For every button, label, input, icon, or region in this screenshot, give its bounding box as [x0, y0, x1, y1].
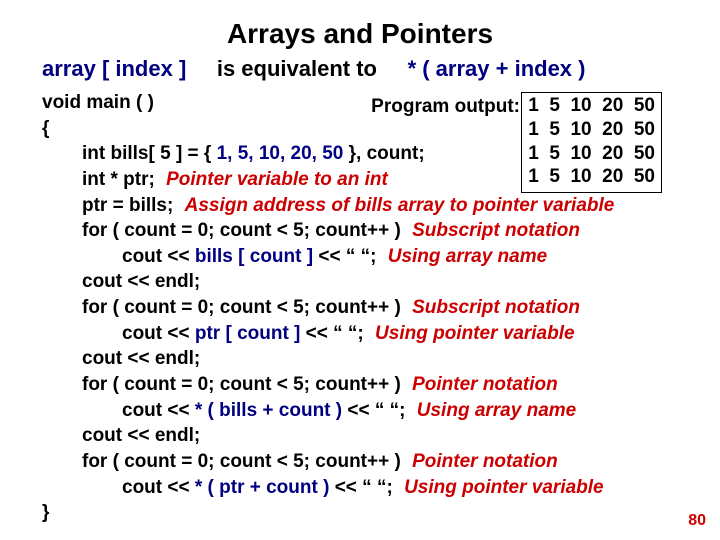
code-navy: * ( ptr + count ) [195, 477, 330, 498]
code-text: cout << [122, 477, 195, 498]
annotation: Pointer variable to an int [166, 167, 388, 193]
code-line: cout << ptr [ count ] << “ “; Using poin… [42, 321, 678, 347]
annotation: Pointer notation [412, 372, 558, 398]
code-line: for ( count = 0; count < 5; count++ ) Po… [42, 449, 678, 475]
code-line: cout << endl; [42, 269, 678, 295]
slide-title: Arrays and Pointers [42, 18, 678, 50]
code-line: void main ( ) [42, 90, 678, 116]
annotation: Using pointer variable [404, 475, 604, 501]
annotation: Pointer notation [412, 449, 558, 475]
equiv-mid: is equivalent to [217, 56, 377, 81]
code-text: << “ “; [329, 477, 392, 498]
annotation: Subscript notation [412, 218, 580, 244]
code-text: int * ptr; [82, 169, 155, 190]
code-area: void main ( ) { int bills[ 5 ] = { 1, 5,… [42, 90, 678, 526]
annotation: Subscript notation [412, 295, 580, 321]
code-line: cout << * ( bills + count ) << “ “; Usin… [42, 398, 678, 424]
code-text: for ( count = 0; count < 5; count++ ) [82, 374, 401, 395]
code-line: int bills[ 5 ] = { 1, 5, 10, 20, 50 }, c… [42, 141, 678, 167]
annotation: Using array name [417, 398, 576, 424]
code-line: cout << endl; [42, 346, 678, 372]
code-line: for ( count = 0; count < 5; count++ ) Su… [42, 218, 678, 244]
annotation: Using pointer variable [375, 321, 575, 347]
code-line: ptr = bills; Assign address of bills arr… [42, 193, 678, 219]
code-text: ptr = bills; [82, 195, 173, 216]
equivalence-line: array [ index ] is equivalent to * ( arr… [42, 56, 678, 82]
code-line: for ( count = 0; count < 5; count++ ) Po… [42, 372, 678, 398]
code-line: cout << * ( ptr + count ) << “ “; Using … [42, 475, 678, 501]
code-navy: bills [ count ] [195, 246, 313, 267]
annotation: Assign address of bills array to pointer… [185, 193, 615, 219]
code-navy: ptr [ count ] [195, 323, 301, 344]
code-text: << “ “; [313, 246, 376, 267]
code-line: int * ptr; Pointer variable to an int [42, 167, 678, 193]
equiv-right: * ( array + index ) [408, 56, 586, 81]
code-line: cout << bills [ count ] << “ “; Using ar… [42, 244, 678, 270]
code-text: int bills[ 5 ] = { [82, 143, 217, 164]
code-text: << “ “; [300, 323, 363, 344]
code-text: for ( count = 0; count < 5; count++ ) [82, 220, 401, 241]
code-line: } [42, 500, 678, 526]
code-text: cout << [122, 400, 195, 421]
page-number: 80 [688, 512, 706, 530]
code-text: for ( count = 0; count < 5; count++ ) [82, 451, 401, 472]
code-text: << “ “; [342, 400, 405, 421]
code-text: cout << [122, 323, 195, 344]
code-text: cout << [122, 246, 195, 267]
code-line: { [42, 116, 678, 142]
code-line: for ( count = 0; count < 5; count++ ) Su… [42, 295, 678, 321]
equiv-left: array [ index ] [42, 56, 186, 81]
code-line: cout << endl; [42, 423, 678, 449]
code-text: }, count; [343, 143, 424, 164]
code-navy: * ( bills + count ) [195, 400, 342, 421]
annotation: Using array name [388, 244, 547, 270]
code-text: for ( count = 0; count < 5; count++ ) [82, 297, 401, 318]
code-navy: 1, 5, 10, 20, 50 [217, 143, 344, 164]
